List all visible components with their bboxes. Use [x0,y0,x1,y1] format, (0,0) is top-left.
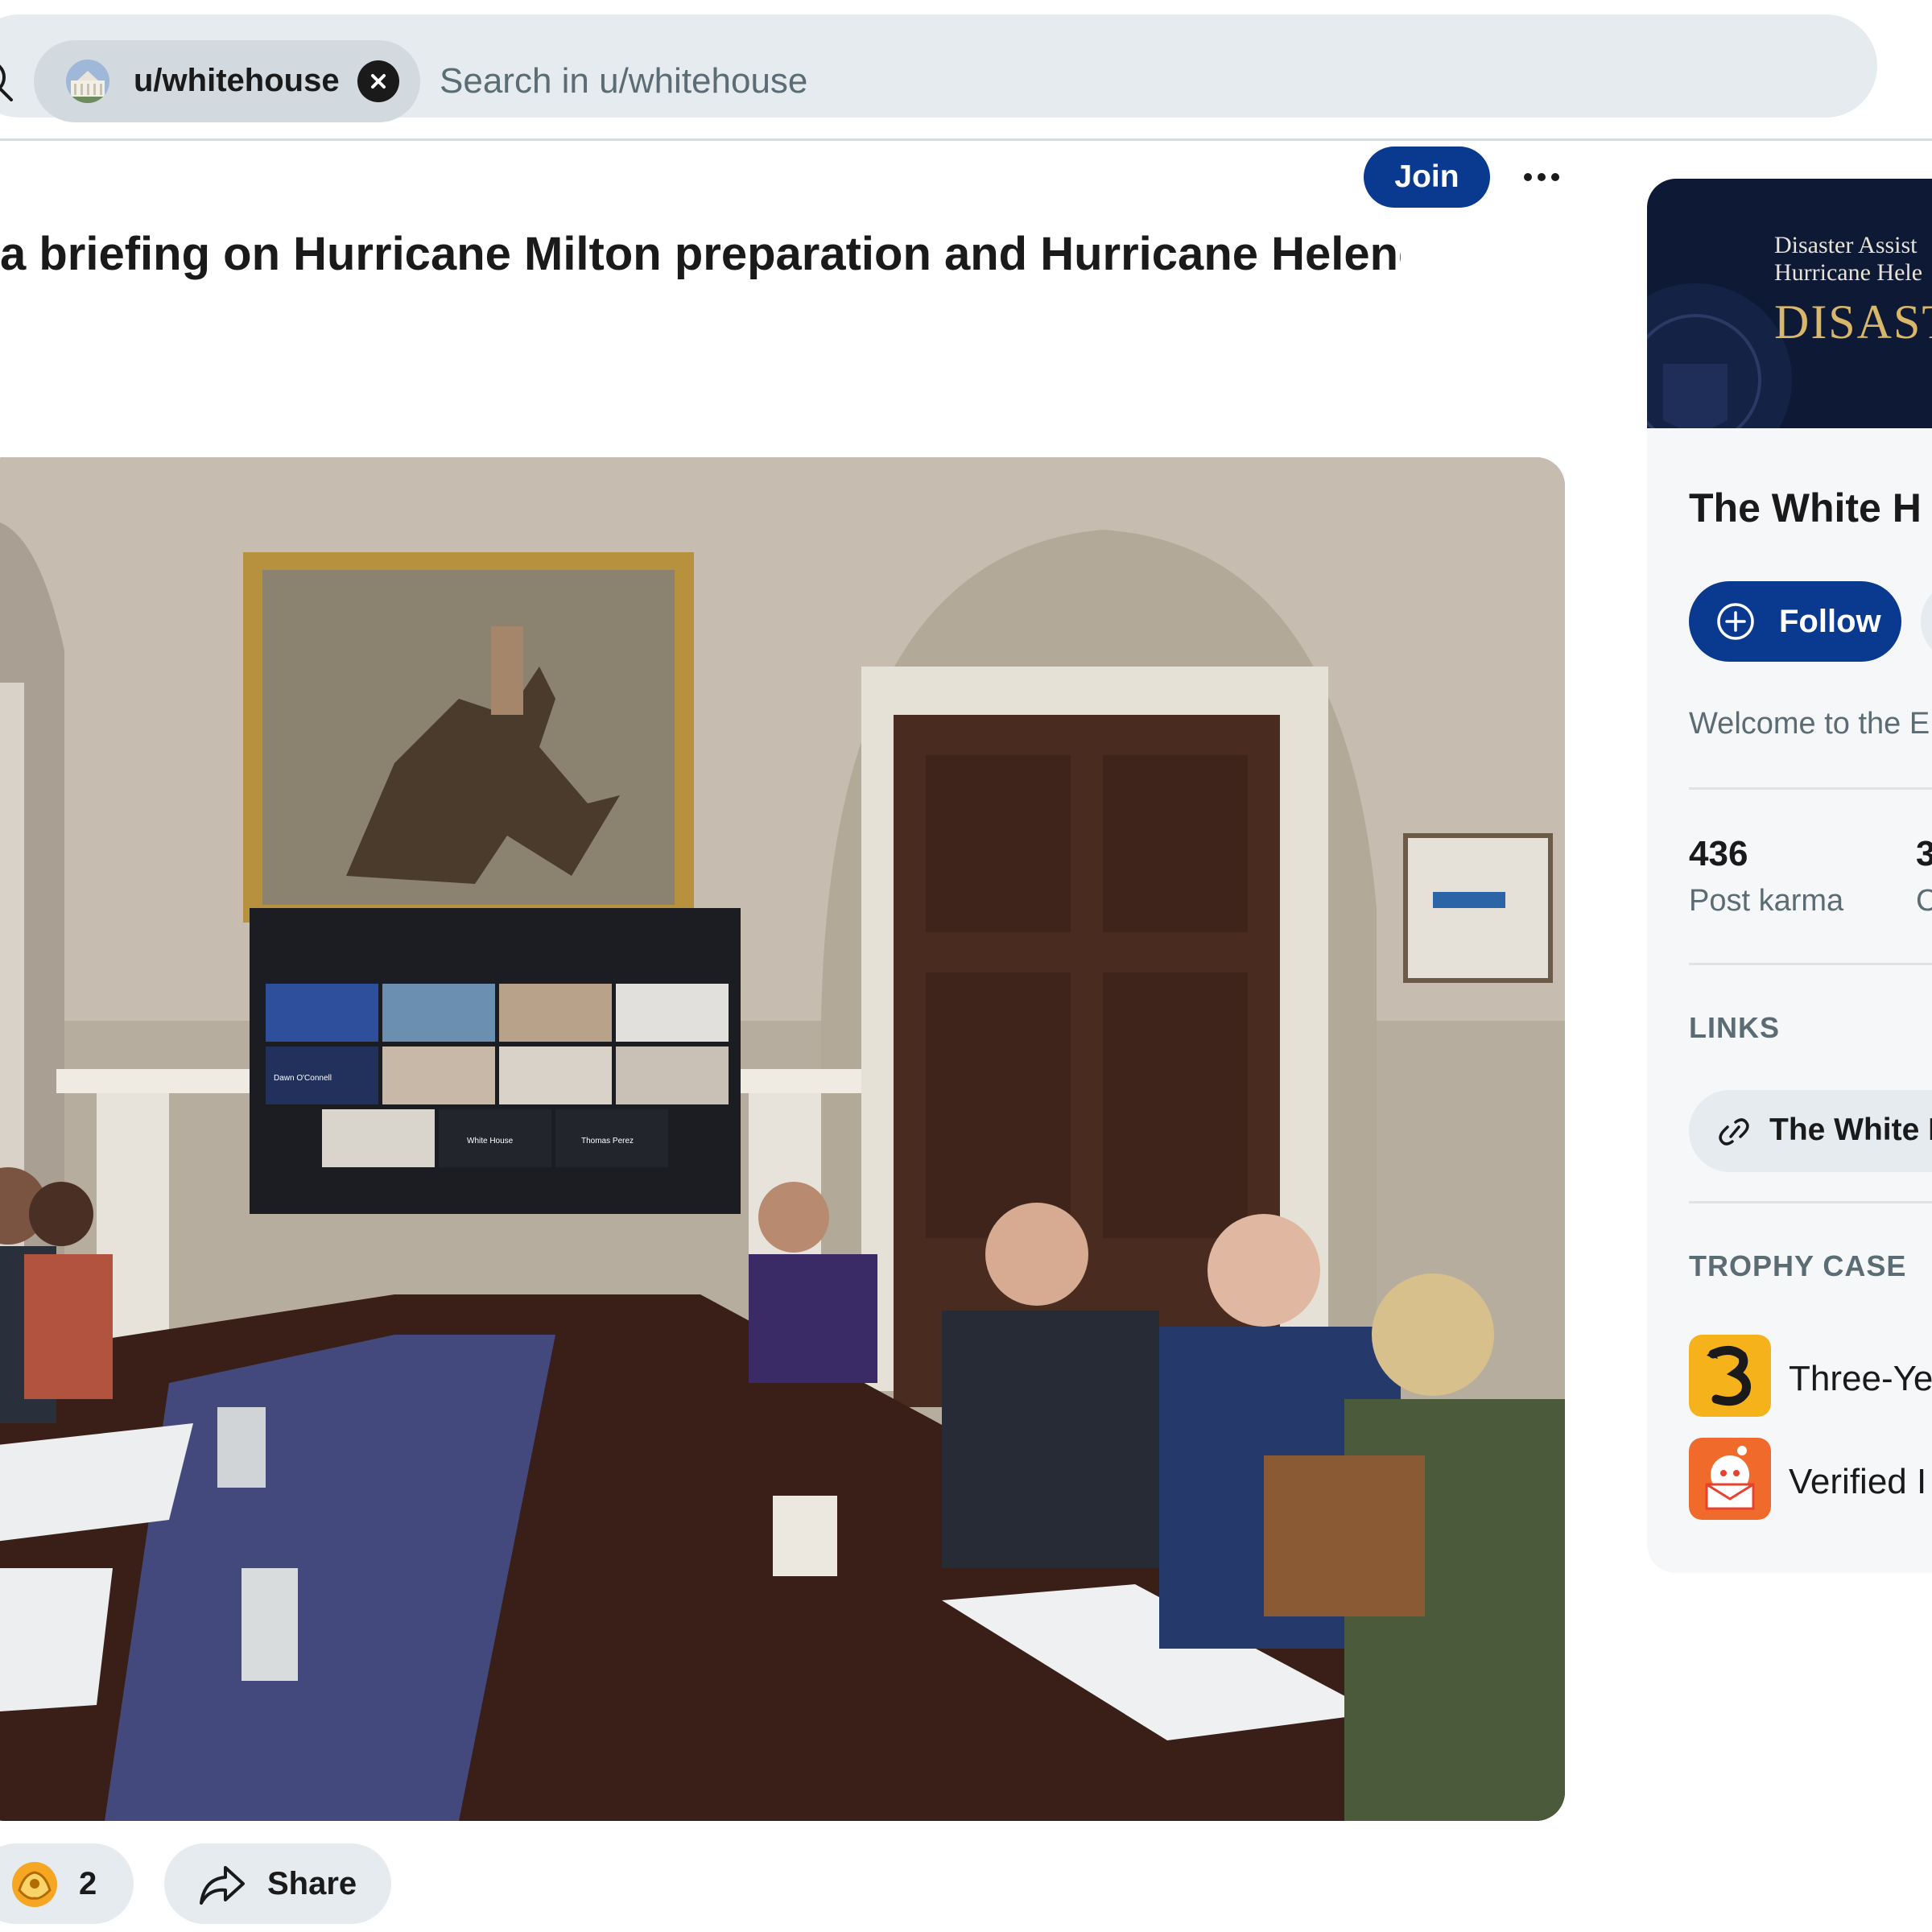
comment-karma-label: C [1916,884,1932,918]
header-divider [0,138,1932,141]
three-year-club-icon [1689,1335,1771,1417]
post-title: a briefing on Hurricane Milton preparati… [0,228,1401,280]
award-icon [8,1858,61,1911]
screen-label-whitehouse: White House [467,1137,514,1146]
link-label: The White I [1769,1113,1932,1147]
share-label: Share [267,1866,357,1901]
post-karma-value: 436 [1689,834,1748,873]
sidebar-divider [1689,963,1932,965]
follow-label: Follow [1779,604,1881,639]
profile-name: The White H [1689,485,1922,530]
sidebar-divider [1689,1201,1932,1203]
profile-banner: Disaster Assist Hurricane Hele DISAST [1647,179,1932,428]
banner-headline: DISAST [1774,295,1932,349]
links-heading: LINKS [1689,1011,1780,1044]
share-icon [198,1863,246,1908]
profile-sidebar: Disaster Assist Hurricane Hele DISAST Th… [1647,179,1932,1573]
follow-button[interactable]: Follow [1689,581,1901,662]
award-count: 2 [79,1866,97,1901]
link-icon [1718,1116,1750,1148]
trophy-label: Three-Ye [1789,1359,1932,1398]
more-options-icon[interactable] [1513,153,1570,201]
community-filter-chip[interactable]: u/whitehouse [34,40,420,122]
search-icon[interactable] [0,56,16,105]
sidebar-divider [1689,787,1932,790]
share-button[interactable]: Share [164,1843,391,1924]
close-icon[interactable] [357,60,399,102]
screen-label-oconnell: Dawn O'Connell [274,1074,332,1083]
join-button[interactable]: Join [1364,147,1490,208]
verified-email-icon [1689,1438,1771,1520]
post-karma-label: Post karma [1689,884,1844,918]
search-bar: u/whitehouse [0,14,1877,122]
banner-text-line2: Hurricane Hele [1774,259,1923,286]
award-button[interactable]: 2 [0,1843,134,1924]
whitehouse-avatar [66,60,109,103]
trophy-label: Verified I [1789,1462,1927,1501]
search-input[interactable] [440,61,1567,101]
plus-circle-icon [1716,602,1755,641]
chat-button[interactable] [1921,581,1932,662]
post-image[interactable]: Dawn O'Connell White House Thomas Perez [0,457,1565,1821]
chip-label: u/whitehouse [134,63,340,98]
profile-description: Welcome to the E [1689,707,1930,741]
profile-link[interactable]: The White I [1689,1090,1932,1172]
comment-karma-value: 3 [1916,834,1932,873]
screen-label-perez: Thomas Perez [581,1137,634,1146]
trophy-case-heading: TROPHY CASE [1689,1249,1907,1282]
banner-text-line1: Disaster Assist [1774,232,1918,258]
